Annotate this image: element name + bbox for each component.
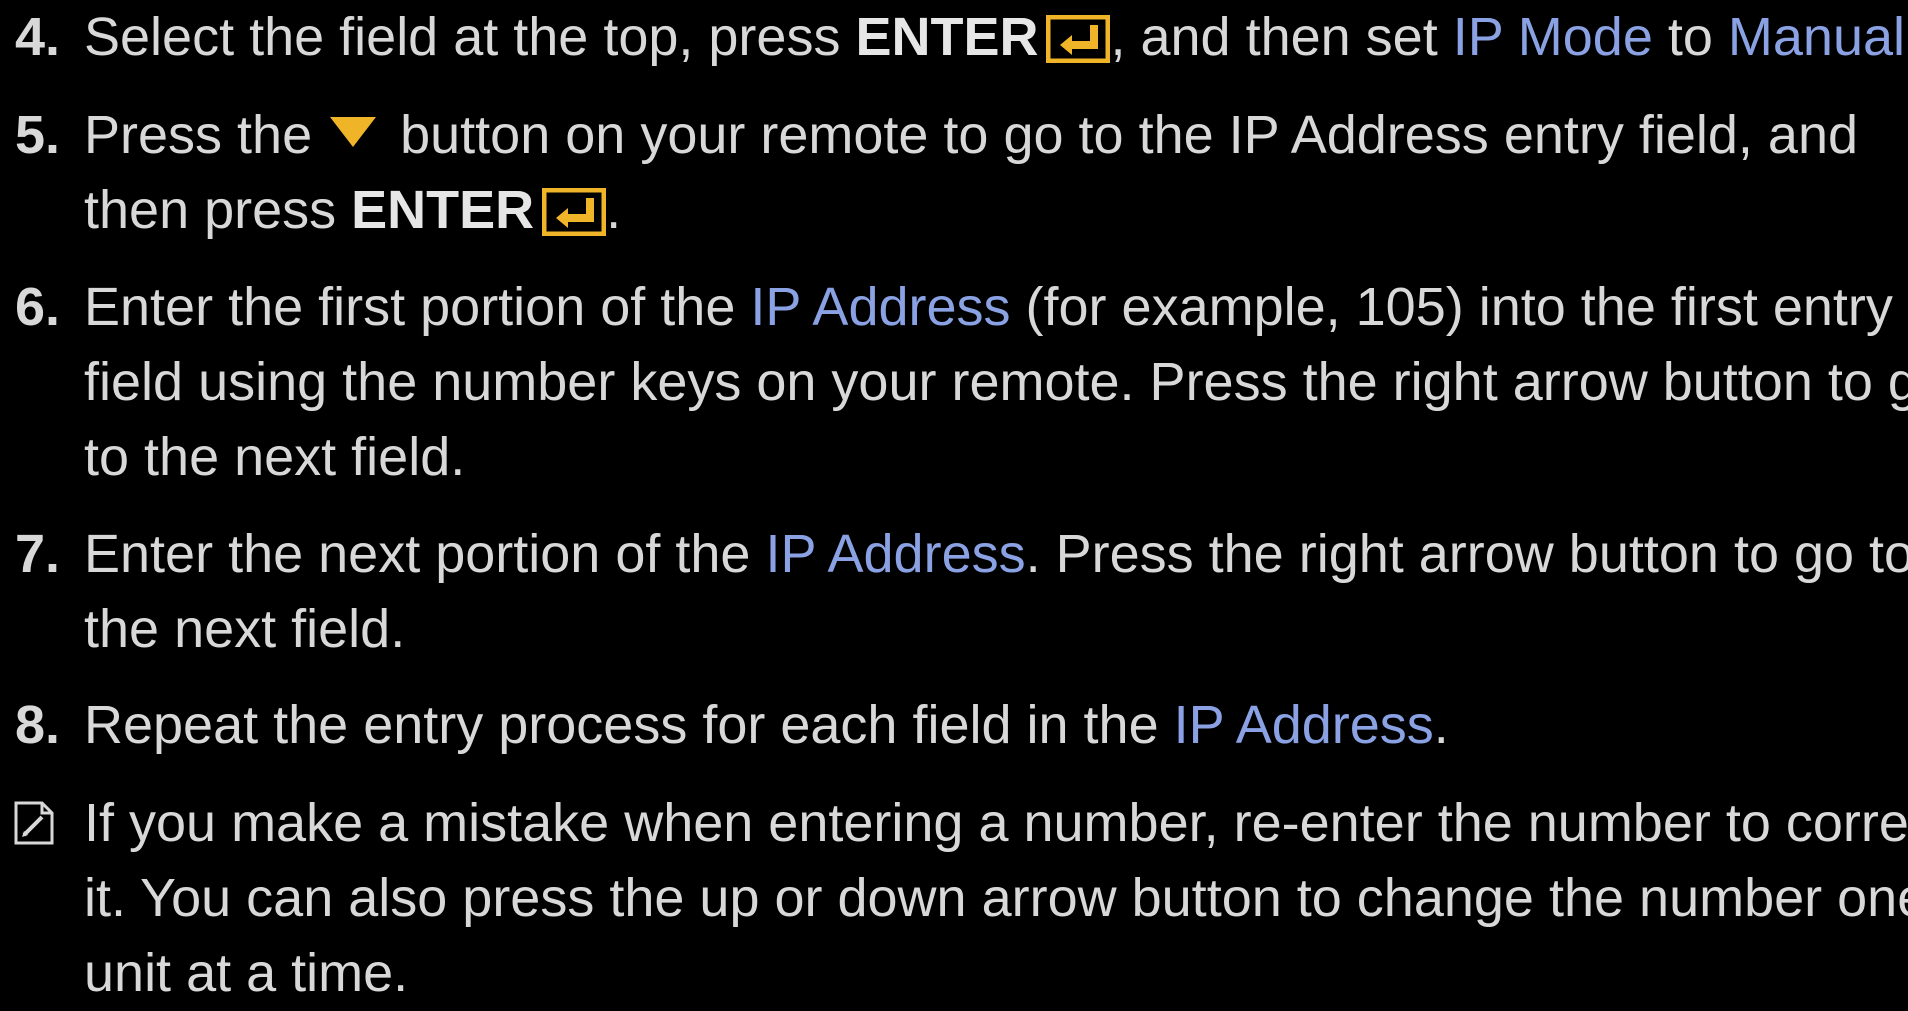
manual-term: Manual — [1727, 7, 1906, 67]
step-text: Repeat the entry process for each field … — [84, 695, 1174, 755]
step-line: Enter the next portion of the IP Address… — [84, 517, 1908, 592]
step-number: 7. — [15, 524, 61, 584]
step-text: the next field. — [84, 599, 406, 659]
note-line: it. You can also press the up or down ar… — [84, 868, 1908, 928]
step-line: Repeat the entry process for each field … — [84, 688, 1894, 763]
step-line: then press ENTER. — [84, 173, 1894, 248]
step-line: field using the number keys on your remo… — [84, 345, 1908, 420]
step-text: . — [606, 180, 622, 240]
step-line: Select the field at the top, press ENTER… — [84, 0, 1908, 75]
ip-mode-term: IP Mode — [1452, 7, 1653, 67]
ip-address-term: IP Address — [1173, 695, 1434, 755]
down-triangle-icon — [330, 117, 377, 147]
step-text: Enter the first portion of the — [84, 277, 751, 337]
step-text: Enter the next portion of the — [84, 524, 766, 584]
enter-return-icon — [542, 188, 607, 236]
step-text: , and then set — [1110, 7, 1453, 67]
step-text: to the next field. — [84, 427, 466, 487]
enter-key-label: ENTER — [351, 180, 535, 240]
step-text: . Press the right arrow button to go to — [1025, 524, 1908, 584]
ip-address-term: IP Address — [765, 524, 1026, 584]
step-text: then press — [84, 180, 352, 240]
note-line: unit at a time. — [84, 943, 409, 1003]
note-line: If you make a mistake when entering a nu… — [84, 793, 1908, 853]
step-number: 5. — [15, 105, 61, 165]
step-text: field using the number keys on your remo… — [84, 352, 1908, 412]
step-text: (for example, 105) into the first entry — [1010, 277, 1893, 337]
enter-return-icon — [1046, 15, 1111, 63]
step-number: 8. — [15, 695, 61, 755]
step-text: to — [1652, 7, 1728, 67]
step-line: the next field. — [84, 592, 1894, 667]
step-line: Enter the first portion of the IP Addres… — [84, 270, 1894, 345]
step-text: button on your remote to go to the IP Ad… — [400, 105, 1859, 165]
note-pencil-icon — [14, 801, 54, 845]
manual-page: 4. Select the field at the top, press EN… — [0, 0, 1908, 1003]
step-line: Press the button on your remote to go to … — [84, 98, 1894, 173]
step-text: Press the — [84, 105, 313, 165]
step-text: . — [1433, 695, 1449, 755]
ip-address-term: IP Address — [750, 277, 1011, 337]
step-number: 6. — [15, 277, 61, 337]
step-text: Select the field at the top, press — [84, 7, 856, 67]
step-line: to the next field. — [84, 420, 1894, 495]
step-number: 4. — [15, 7, 61, 67]
enter-key-label: ENTER — [855, 7, 1039, 67]
